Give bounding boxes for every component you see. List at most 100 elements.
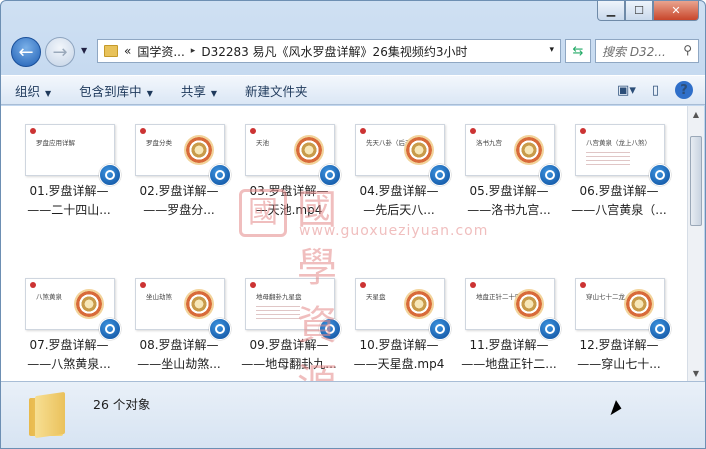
file-name: 07.罗盘详解— ——八煞黄泉... bbox=[17, 336, 121, 374]
logo-icon bbox=[360, 128, 366, 134]
thumbnail-title: 八宫黄泉（龙上八煞） bbox=[586, 139, 651, 147]
file-item[interactable]: 洛书九宫 05.罗盘详解— ——洛书九宫... bbox=[457, 124, 561, 224]
file-list[interactable]: 罗盘应用详解 01.罗盘详解— ——二十四山... 罗盘分类 02.罗盘详解— ——罗盘分… bbox=[1, 106, 689, 381]
refresh-button[interactable]: ⇆ bbox=[565, 39, 591, 63]
compass-wheel-icon bbox=[184, 135, 214, 165]
file-name: 10.罗盘详解— ——天星盘.mp4 bbox=[347, 336, 451, 374]
details-pane: 26 个对象 bbox=[1, 381, 705, 448]
address-dropdown-icon[interactable]: ▾ bbox=[549, 45, 554, 55]
breadcrumb-separator-icon[interactable]: ▸ bbox=[191, 46, 196, 56]
close-button[interactable]: ✕ bbox=[653, 1, 699, 21]
scroll-down-icon[interactable]: ▼ bbox=[688, 365, 704, 381]
file-name-line: ——二十四山... bbox=[27, 203, 111, 217]
file-name-line: ——八宫黄泉（... bbox=[571, 203, 667, 217]
thumbnail-title: 地母翻卦九星盘 bbox=[256, 293, 302, 301]
file-name-line: —先后天八... bbox=[363, 203, 435, 217]
thumbnail-title: 八煞黄泉 bbox=[36, 293, 62, 301]
logo-icon bbox=[30, 282, 36, 288]
logo-icon bbox=[140, 282, 146, 288]
file-name-line: ——八煞黄泉... bbox=[27, 357, 111, 371]
share-menu[interactable]: 共享 ▼ bbox=[167, 81, 231, 100]
file-item[interactable]: 天星盘 10.罗盘详解— ——天星盘.mp4 bbox=[347, 278, 451, 378]
file-name: 02.罗盘详解— ——罗盘分... bbox=[127, 182, 231, 220]
compass-wheel-icon bbox=[294, 135, 324, 165]
file-name-line: 04.罗盘详解— bbox=[359, 184, 439, 198]
file-item[interactable]: 穿山七十二龙 12.罗盘详解— ——穿山七十... bbox=[567, 278, 671, 378]
view-controls: ▣▾ ▯ ? bbox=[617, 81, 693, 99]
logo-icon bbox=[30, 128, 36, 134]
file-name-line: 07.罗盘详解— bbox=[29, 338, 109, 352]
chevron-down-icon: ▼ bbox=[45, 88, 52, 98]
arrow-left-icon: ← bbox=[18, 41, 34, 63]
breadcrumb-item[interactable]: D32283 易凡《风水罗盘详解》26集视频约3小时 bbox=[201, 43, 467, 60]
chevron-down-icon: ▼ bbox=[210, 88, 218, 98]
file-name-line: 08.罗盘详解— bbox=[139, 338, 219, 352]
file-name: 04.罗盘详解— —先后天八... bbox=[347, 182, 451, 220]
file-item[interactable]: 地盘正针二十四山 11.罗盘详解— ——地盘正针二... bbox=[457, 278, 561, 378]
share-label: 共享 bbox=[180, 83, 206, 99]
file-item[interactable]: 罗盘分类 02.罗盘详解— ——罗盘分... bbox=[127, 124, 231, 224]
file-name-line: 12.罗盘详解— bbox=[579, 338, 659, 352]
thumbnail-title: 坐山劫煞 bbox=[146, 293, 172, 301]
search-icon[interactable]: ⚲ bbox=[683, 43, 692, 57]
address-bar[interactable]: « 国学资... ▸ D32283 易凡《风水罗盘详解》26集视频约3小时 ▾ bbox=[97, 39, 561, 63]
file-name-line: 09.罗盘详解— bbox=[249, 338, 329, 352]
logo-icon bbox=[250, 282, 256, 288]
file-name: 11.罗盘详解— ——地盘正针二... bbox=[457, 336, 561, 374]
file-item[interactable]: 八煞黄泉 07.罗盘详解— ——八煞黄泉... bbox=[17, 278, 121, 378]
file-name-line: 06.罗盘详解— bbox=[579, 184, 659, 198]
folder-icon bbox=[27, 391, 67, 439]
refresh-icon: ⇆ bbox=[572, 43, 584, 59]
preview-pane-icon[interactable]: ▯ bbox=[652, 83, 659, 98]
thumbnail-title: 洛书九宫 bbox=[476, 139, 502, 147]
scroll-up-icon[interactable]: ▲ bbox=[688, 106, 704, 122]
vertical-scrollbar[interactable]: ▲ ▼ bbox=[687, 106, 704, 381]
new-folder-button[interactable]: 新建文件夹 bbox=[231, 81, 322, 100]
file-item[interactable]: 地母翻卦九星盘 09.罗盘详解— ——地母翻卦九... bbox=[237, 278, 341, 378]
caption-buttons: ▁ ☐ ✕ bbox=[597, 1, 699, 21]
file-name-line: 05.罗盘详解— bbox=[469, 184, 549, 198]
file-item[interactable]: 罗盘应用详解 01.罗盘详解— ——二十四山... bbox=[17, 124, 121, 224]
scrollbar-thumb[interactable] bbox=[690, 136, 702, 226]
file-item[interactable]: 八宫黄泉（龙上八煞） 06.罗盘详解— ——八宫黄泉（... bbox=[567, 124, 671, 224]
thumbnail-title: 罗盘分类 bbox=[146, 139, 172, 147]
thumbnail-title: 罗盘应用详解 bbox=[36, 139, 75, 147]
file-name-line: ——坐山劫煞... bbox=[137, 357, 221, 371]
organize-menu[interactable]: 组织 ▼ bbox=[1, 81, 65, 100]
breadcrumb-item[interactable]: 国学资... bbox=[137, 43, 184, 60]
logo-icon bbox=[250, 128, 256, 134]
search-placeholder: 搜索 D32... bbox=[602, 44, 666, 59]
file-item[interactable]: 坐山劫煞 08.罗盘详解— ——坐山劫煞... bbox=[127, 278, 231, 378]
history-chevron-icon[interactable]: « bbox=[124, 44, 131, 58]
compass-wheel-icon bbox=[74, 289, 104, 319]
logo-icon bbox=[580, 282, 586, 288]
file-name-line: ——罗盘分... bbox=[143, 203, 215, 217]
include-label: 包含到库中 bbox=[79, 83, 142, 99]
file-name: 05.罗盘详解— ——洛书九宫... bbox=[457, 182, 561, 220]
compass-wheel-icon bbox=[514, 135, 544, 165]
file-name-line: 01.罗盘详解— bbox=[29, 184, 109, 198]
help-icon[interactable]: ? bbox=[675, 81, 693, 99]
item-count: 26 个对象 bbox=[93, 397, 151, 412]
chevron-down-icon: ▼ bbox=[146, 88, 153, 98]
search-input[interactable]: 搜索 D32... ⚲ bbox=[595, 39, 699, 63]
file-name-line: —天池.mp4 bbox=[255, 203, 323, 217]
file-name: 12.罗盘详解— ——穿山七十... bbox=[567, 336, 671, 374]
file-name-line: ——洛书九宫... bbox=[467, 203, 551, 217]
include-in-library-menu[interactable]: 包含到库中 ▼ bbox=[65, 81, 167, 100]
maximize-button[interactable]: ☐ bbox=[625, 1, 653, 21]
thumbnail-title: 穿山七十二龙 bbox=[586, 293, 625, 301]
compass-wheel-icon bbox=[404, 135, 434, 165]
compass-wheel-icon bbox=[624, 289, 654, 319]
file-item[interactable]: 天池 03.罗盘详解— —天池.mp4 bbox=[237, 124, 341, 224]
minimize-button[interactable]: ▁ bbox=[597, 1, 625, 21]
file-name: 08.罗盘详解— ——坐山劫煞... bbox=[127, 336, 231, 374]
change-view-icon[interactable]: ▣▾ bbox=[617, 83, 636, 98]
file-name-line: 03.罗盘详解— bbox=[249, 184, 329, 198]
recent-pages-dropdown[interactable]: ▼ bbox=[81, 46, 87, 55]
back-button[interactable]: ← bbox=[11, 37, 41, 67]
file-name-line: ——地母翻卦九... bbox=[241, 357, 337, 371]
file-item[interactable]: 先天八卦（后天） 04.罗盘详解— —先后天八... bbox=[347, 124, 451, 224]
forward-button[interactable]: → bbox=[45, 37, 75, 67]
thumbnail-title: 天星盘 bbox=[366, 293, 386, 301]
